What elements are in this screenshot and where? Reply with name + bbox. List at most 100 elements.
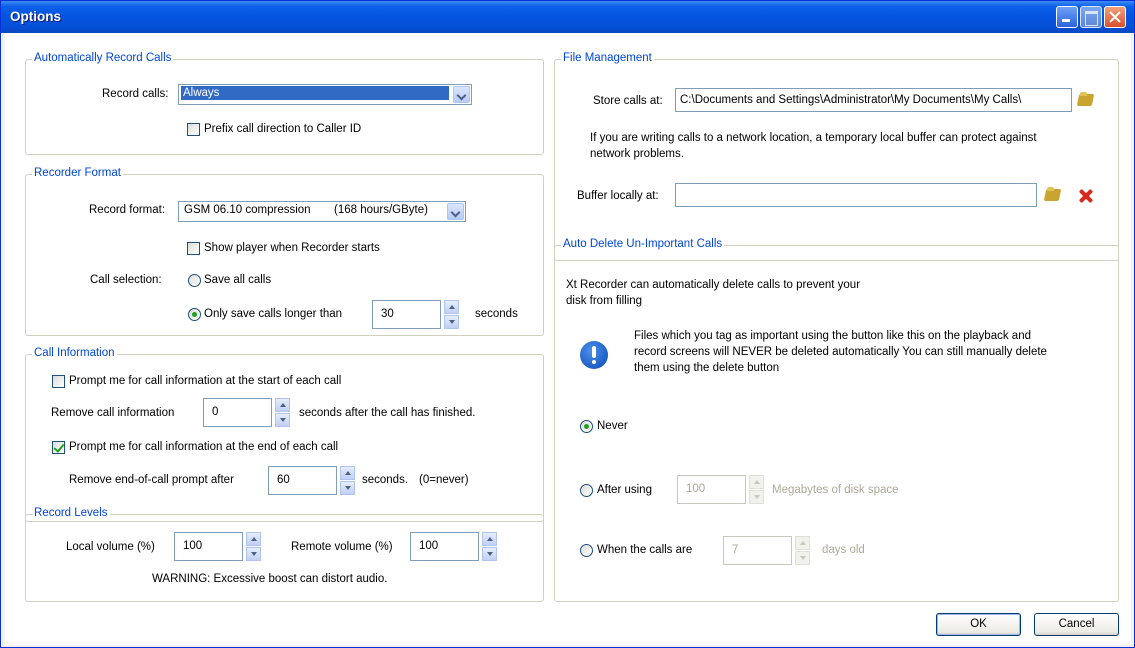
spin-up-icon[interactable] [340,466,355,480]
buffer-locally-input[interactable] [675,183,1037,207]
chevron-down-icon[interactable] [447,203,464,220]
important-note-line1: Files which you tag as important using t… [634,330,1031,342]
remove-prompt-note: (0=never) [419,474,469,486]
seconds-input[interactable]: 30 [372,300,441,329]
prompt-end-checkbox[interactable] [52,441,65,454]
auto-delete-group: Auto Delete Un-Important Calls Xt Record… [554,238,1119,602]
store-calls-label: Store calls at: [593,95,663,107]
title-bar[interactable]: Options [1,1,1134,33]
spin-up-icon[interactable] [482,532,497,546]
spin-down-icon[interactable] [340,481,355,495]
local-volume-spin-buttons[interactable] [246,532,261,561]
minimize-icon[interactable] [1056,6,1078,28]
record-calls-combo[interactable]: Always [178,84,472,105]
folder-icon[interactable] [1078,92,1094,106]
remove-prompt-spin-buttons[interactable] [340,466,355,495]
show-player-label[interactable]: Show player when Recorder starts [204,242,380,254]
record-calls-value: Always [181,86,449,100]
spin-up-icon[interactable] [275,398,290,412]
auto-delete-intro-line2: disk from filling [566,295,643,307]
file-management-group: File Management Store calls at: C:\Docum… [554,52,1119,261]
spin-up-icon[interactable] [246,532,261,546]
remove-info-suffix: seconds after the call has finished. [299,407,476,419]
delete-x-icon[interactable] [1078,188,1094,204]
important-note-line2: record screens will NEVER be deleted aut… [634,346,1047,358]
spin-down-icon [749,490,764,504]
call-selection-label: Call selection: [90,274,162,286]
record-format-rate: (168 hours/GByte) [334,204,428,216]
remote-volume-label: Remote volume (%) [291,541,393,553]
dialog-client: Automatically Record Calls Record calls:… [5,33,1131,645]
spin-up-icon [795,536,810,550]
record-calls-label: Record calls: [102,88,169,100]
remove-info-input[interactable]: 0 [203,398,272,427]
remote-volume-input[interactable]: 100 [410,532,479,561]
when-calls-value: 7 [732,544,739,556]
only-longer-radio[interactable] [188,308,201,321]
remove-prompt-label: Remove end-of-call prompt after [69,474,234,486]
record-levels-legend: Record Levels [32,507,110,519]
record-format-combo[interactable]: GSM 06.10 compression (168 hours/GByte) [178,201,466,222]
never-label[interactable]: Never [597,420,628,432]
ok-button[interactable]: OK [936,613,1021,636]
remote-volume-value: 100 [419,540,439,552]
when-calls-input: 7 [723,536,792,565]
call-info-group: Call Information Prompt me for call info… [25,347,544,522]
remove-prompt-suffix: seconds. [362,474,409,486]
window-title: Options [10,9,61,24]
remove-prompt-stepper[interactable]: 60 [268,466,356,495]
local-volume-stepper[interactable]: 100 [174,532,262,561]
remove-info-spin-buttons[interactable] [275,398,290,427]
prompt-start-checkbox[interactable] [52,375,65,388]
folder-icon[interactable] [1045,187,1061,201]
after-using-stepper: 100 [677,475,765,504]
remove-prompt-value: 60 [277,474,290,486]
local-volume-label: Local volume (%) [66,541,155,553]
after-using-label[interactable]: After using [597,484,652,496]
recorder-format-group: Recorder Format Record format: GSM 06.10… [25,167,544,336]
info-icon [580,341,608,369]
spin-down-icon[interactable] [246,547,261,561]
never-radio[interactable] [580,420,593,433]
prompt-end-label[interactable]: Prompt me for call information at the en… [69,441,338,453]
when-calls-suffix: days old [822,544,865,556]
when-calls-radio[interactable] [580,544,593,557]
spin-up-icon [749,475,764,489]
remove-info-stepper[interactable]: 0 [203,398,291,427]
prefix-label[interactable]: Prefix call direction to Caller ID [204,123,361,135]
when-calls-stepper: 7 [723,536,811,565]
buffer-info-line1: If you are writing calls to a network lo… [590,132,1037,144]
auto-delete-intro-line1: Xt Recorder can automatically delete cal… [566,279,861,291]
chevron-down-icon[interactable] [453,86,470,103]
only-longer-label[interactable]: Only save calls longer than [204,308,342,320]
spin-up-icon[interactable] [444,300,459,314]
prompt-start-label[interactable]: Prompt me for call information at the st… [69,375,341,387]
call-info-legend: Call Information [32,347,117,359]
close-icon[interactable] [1104,6,1126,28]
spin-down-icon[interactable] [482,547,497,561]
after-using-radio[interactable] [580,484,593,497]
after-using-suffix: Megabytes of disk space [772,484,899,496]
local-volume-input[interactable]: 100 [174,532,243,561]
show-player-checkbox[interactable] [187,242,200,255]
save-all-label[interactable]: Save all calls [204,274,271,286]
seconds-stepper[interactable]: 30 [372,300,460,329]
seconds-spin-buttons[interactable] [444,300,459,329]
buffer-locally-label: Buffer locally at: [577,190,659,202]
maximize-icon [1080,6,1102,28]
prefix-checkbox[interactable] [187,123,200,136]
local-volume-value: 100 [183,540,203,552]
options-window: Options Automatically Record Calls Recor… [0,0,1135,648]
record-levels-group: Record Levels Local volume (%) 100 Remot… [25,507,544,602]
save-all-radio[interactable] [188,274,201,287]
cancel-button[interactable]: Cancel [1034,613,1119,636]
spin-down-icon[interactable] [444,315,459,329]
when-calls-spin-buttons [795,536,810,565]
remove-prompt-input[interactable]: 60 [268,466,337,495]
remote-volume-stepper[interactable]: 100 [410,532,498,561]
cancel-button-label: Cancel [1058,618,1095,630]
remote-volume-spin-buttons[interactable] [482,532,497,561]
spin-down-icon[interactable] [275,413,290,427]
when-calls-label[interactable]: When the calls are [597,544,692,556]
store-calls-input[interactable]: C:\Documents and Settings\Administrator\… [675,88,1072,112]
